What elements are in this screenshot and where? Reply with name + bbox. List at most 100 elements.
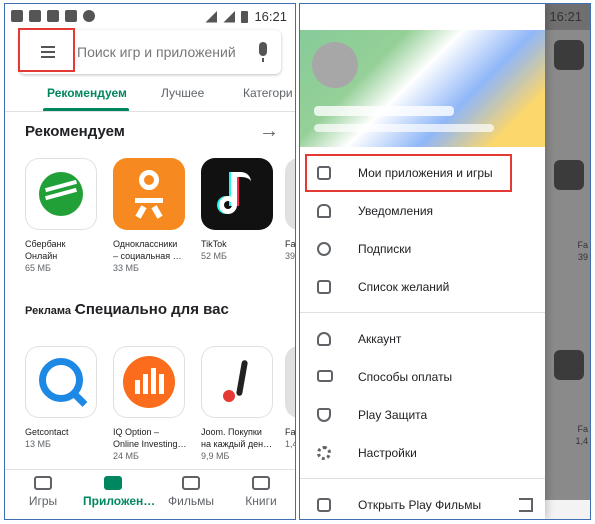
- section-title-special: Специально для вас: [75, 301, 229, 318]
- drawer-header: [300, 30, 545, 147]
- getcontact-icon: [25, 346, 97, 418]
- nav-apps[interactable]: Приложен…: [83, 476, 156, 508]
- divider: [300, 478, 545, 479]
- app-name: Одноклассники – социальная …: [113, 239, 182, 261]
- notification-icon: [11, 10, 23, 22]
- dimmed-background-strip: Fa 39 Fa 1,4: [542, 30, 590, 500]
- apps-grid-icon: [104, 476, 122, 490]
- menu-item-label: Настройки: [358, 446, 417, 460]
- divider: [300, 312, 545, 313]
- menu-item-label: Уведомления: [358, 204, 434, 218]
- menu-item-subscriptions[interactable]: Подписки: [300, 230, 545, 268]
- nav-label: Книги: [245, 494, 277, 508]
- app-name: Сбербанк Онлайн: [25, 239, 66, 261]
- account-email-blurred: [314, 124, 494, 132]
- app-card-getcontact[interactable]: Getcontact 13 МБ: [25, 346, 105, 450]
- mail-icon: [47, 10, 59, 22]
- signal-icon-2: [223, 10, 236, 23]
- iqoption-icon: [113, 346, 185, 418]
- menu-item-settings[interactable]: Настройки: [300, 434, 545, 472]
- menu-item-wishlist[interactable]: Список желаний: [300, 268, 545, 306]
- film-icon: [317, 498, 331, 512]
- nav-label: Приложен…: [83, 494, 156, 508]
- nav-games[interactable]: Игры: [13, 476, 73, 508]
- signal-icon: [205, 10, 218, 23]
- e-icon: [83, 10, 95, 22]
- tiktok-icon: [201, 158, 273, 230]
- bookmark-plus-icon: [317, 280, 331, 294]
- app-card-partial[interactable]: Fa 39: [285, 158, 296, 262]
- menu-item-label: Способы оплаты: [358, 370, 453, 384]
- send-icon: [29, 10, 41, 22]
- nav-movies[interactable]: Фильмы: [161, 476, 221, 508]
- account-name-blurred: [314, 106, 454, 116]
- menu-item-label: Подписки: [358, 242, 412, 256]
- app-name: Getcontact: [25, 427, 69, 437]
- ad-label: Реклама ·: [25, 305, 78, 317]
- app-card-sberbank[interactable]: Сбербанк Онлайн 65 МБ: [25, 158, 105, 274]
- my-apps-highlight-box: [305, 154, 512, 192]
- credit-card-icon: [317, 370, 333, 382]
- account-icon: [317, 332, 331, 346]
- joom-icon: [201, 346, 273, 418]
- microphone-icon[interactable]: [259, 42, 267, 62]
- odnoklassniki-icon: [113, 158, 185, 230]
- app-size: 52 МБ: [201, 251, 227, 261]
- app-name: TikTok: [201, 239, 227, 249]
- background-size: 39: [577, 252, 588, 262]
- film-icon: [182, 476, 200, 490]
- menu-highlight-box: [18, 28, 75, 72]
- app-size: 9,9 МБ: [201, 451, 230, 461]
- menu-item-play-protect[interactable]: Play Защита: [300, 396, 545, 434]
- app-card-odnoklassniki[interactable]: Одноклассники – социальная … 33 МБ: [113, 158, 193, 274]
- status-time: 16:21: [549, 9, 582, 24]
- navigation-drawer: Мои приложения и игры Уведомления Подпис…: [300, 4, 545, 519]
- gear-icon: [317, 446, 331, 460]
- app-card-tiktok[interactable]: TikTok 52 МБ: [201, 158, 281, 262]
- left-phone-screen: 16:21 Поиск игр и приложений Рекомендуем…: [4, 3, 296, 520]
- app-card-partial-2[interactable]: Fa 1,4: [285, 346, 296, 450]
- arrow-right-icon[interactable]: →: [259, 120, 279, 143]
- app-card-joom[interactable]: Joom. Покупки на каждый ден… 9,9 МБ: [201, 346, 281, 462]
- menu-item-notifications[interactable]: Уведомления: [300, 192, 545, 230]
- app-size: 39: [285, 251, 296, 261]
- background-text: Fa: [577, 240, 588, 250]
- avatar[interactable]: [312, 42, 358, 88]
- app-size: 24 МБ: [113, 451, 139, 461]
- bell-icon: [317, 204, 331, 218]
- section-title-recommended: Рекомендуем: [25, 123, 125, 140]
- background-text: Fa: [577, 424, 588, 434]
- search-input[interactable]: Поиск игр и приложений: [77, 44, 236, 60]
- menu-item-label: Список желаний: [358, 280, 450, 294]
- tab-top[interactable]: Лучшее: [161, 86, 204, 100]
- menu-item-open-play-movies[interactable]: Открыть Play Фильмы: [300, 486, 545, 519]
- app-name: Fa: [285, 427, 296, 437]
- nav-books[interactable]: Книги: [231, 476, 291, 508]
- gamepad-icon: [34, 476, 52, 490]
- menu-item-payment[interactable]: Способы оплаты: [300, 358, 545, 396]
- exit-icon: [519, 498, 533, 512]
- app-name: IQ Option – Online Investing…: [113, 427, 187, 449]
- menu-item-account[interactable]: Аккаунт: [300, 320, 545, 358]
- app-size: 65 МБ: [25, 263, 51, 273]
- app-card-iqoption[interactable]: IQ Option – Online Investing… 24 МБ: [113, 346, 193, 462]
- app-name: Joom. Покупки на каждый ден…: [201, 427, 273, 449]
- sberbank-icon: [25, 158, 97, 230]
- app-size: 13 МБ: [25, 439, 51, 449]
- status-bar: 16:21: [5, 4, 295, 30]
- background-size: 1,4: [575, 436, 588, 446]
- tab-categories[interactable]: Категори: [243, 86, 293, 100]
- menu-item-label: Аккаунт: [358, 332, 402, 346]
- battery-icon: [241, 10, 249, 23]
- app-name: Fa: [285, 239, 296, 249]
- app-size: 1,4: [285, 439, 295, 449]
- category-tabs: Рекомендуем Лучшее Категори: [5, 82, 295, 112]
- psi-icon: [65, 10, 77, 22]
- right-phone-screen: 16:21 Fa 39 Fa 1,4 Мои приложения и игры…: [299, 3, 591, 520]
- nav-label: Фильмы: [168, 494, 214, 508]
- tab-recommended[interactable]: Рекомендуем: [47, 86, 127, 100]
- active-tab-indicator: [43, 108, 129, 111]
- menu-item-label: Открыть Play Фильмы: [358, 498, 482, 512]
- background-tile: [554, 160, 584, 190]
- background-tile: [554, 40, 584, 70]
